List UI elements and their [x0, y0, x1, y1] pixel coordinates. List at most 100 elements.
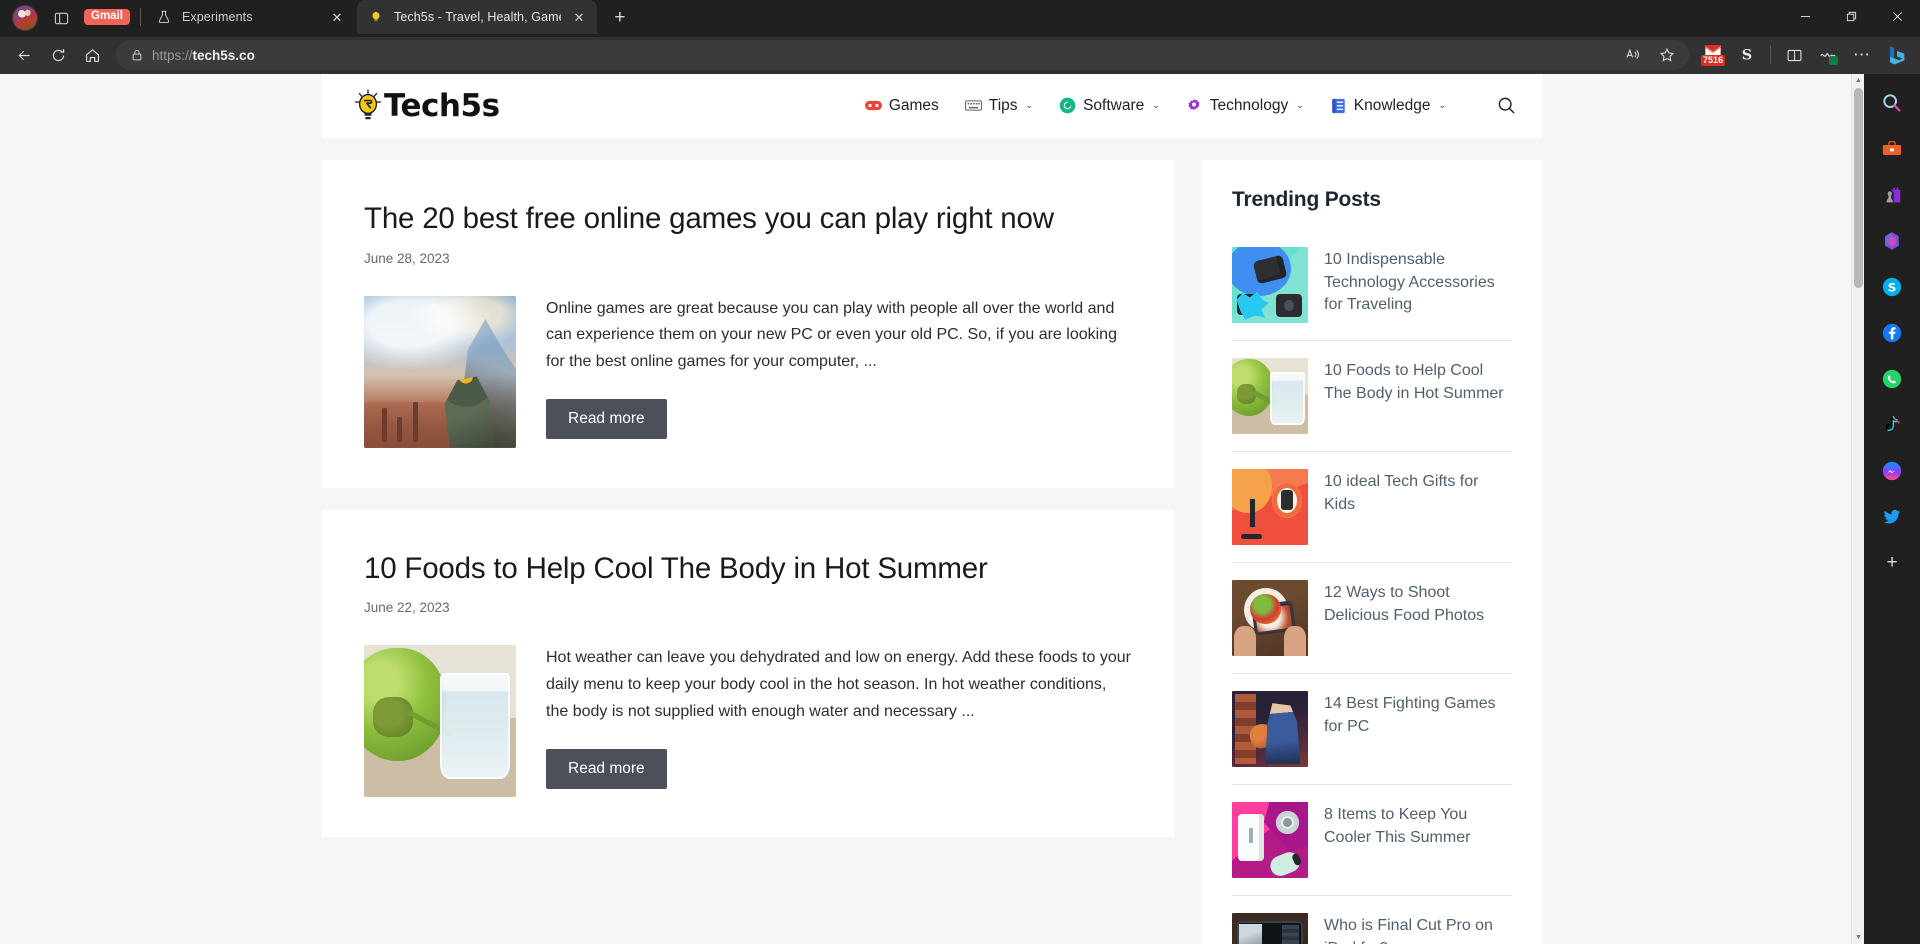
games-icon[interactable]: [1873, 176, 1911, 214]
site-logo[interactable]: Tech5s: [354, 88, 500, 124]
scroll-up-arrow[interactable]: ▲: [1852, 74, 1864, 88]
trending-thumbnail: [1232, 468, 1308, 545]
post-card: The 20 best free online games you can pl…: [322, 159, 1174, 488]
gmail-icon[interactable]: 7516: [1697, 39, 1729, 71]
scroll-down-arrow[interactable]: ▼: [1852, 930, 1864, 944]
list-item[interactable]: 14 Best Fighting Games for PC: [1232, 674, 1512, 785]
nav-item-knowledge[interactable]: Knowledge ⌄: [1330, 97, 1446, 115]
tab-experiments[interactable]: Experiments ✕: [145, 0, 355, 34]
sitemark-icon[interactable]: S: [1731, 39, 1763, 71]
minimize-button[interactable]: [1782, 0, 1828, 32]
post-title[interactable]: The 20 best free online games you can pl…: [364, 200, 1132, 238]
nav-item-games[interactable]: Games: [864, 97, 939, 115]
web-viewport: Tech5s Games Tips ⌄ Software ⌄ Technolog…: [0, 73, 1864, 944]
chevron-down-icon: ⌄: [1438, 100, 1446, 111]
url-text: https://tech5s.co: [152, 47, 255, 63]
tab-tech5s[interactable]: Tech5s - Travel, Health, Games an ✕: [356, 0, 597, 34]
trending-thumbnail: [1232, 690, 1308, 767]
new-tab-button[interactable]: +: [605, 3, 635, 33]
read-more-button[interactable]: Read more: [546, 399, 667, 440]
list-item[interactable]: 10 Indispensable Technology Accessories …: [1232, 230, 1512, 341]
read-aloud-icon[interactable]: [1617, 39, 1649, 71]
close-icon[interactable]: ✕: [570, 8, 588, 26]
scrollbar-thumb[interactable]: [1854, 87, 1863, 288]
list-item[interactable]: Who is Final Cut Pro on iPad for?: [1232, 896, 1512, 944]
post-thumbnail[interactable]: [364, 295, 516, 448]
read-more-button[interactable]: Read more: [546, 749, 667, 790]
copilot-icon[interactable]: [1880, 38, 1914, 72]
trending-title-text: 12 Ways to Shoot Delicious Food Photos: [1324, 583, 1485, 624]
tab-label: Tech5s - Travel, Health, Games an: [393, 10, 561, 24]
svg-text:S: S: [1742, 47, 1752, 64]
gear-icon: [1186, 97, 1203, 114]
trending-title-text: 10 Foods to Help Cool The Body in Hot Su…: [1324, 361, 1504, 402]
whatsapp-icon[interactable]: [1873, 360, 1911, 398]
close-button[interactable]: [1874, 0, 1920, 32]
site-search-icon[interactable]: [1494, 94, 1518, 118]
post-card: 10 Foods to Help Cool The Body in Hot Su…: [322, 509, 1174, 838]
page-scrollbar[interactable]: ▲ ▼: [1851, 73, 1864, 944]
nav-label: Technology: [1209, 96, 1289, 114]
address-bar[interactable]: https://tech5s.co: [116, 39, 1689, 71]
nav-item-technology[interactable]: Technology ⌄: [1186, 97, 1304, 115]
post-title[interactable]: 10 Foods to Help Cool The Body in Hot Su…: [364, 550, 1132, 588]
add-sidebar-button[interactable]: +: [1873, 544, 1911, 582]
collections-icon[interactable]: [1812, 39, 1844, 71]
post-excerpt: Hot weather can leave you dehydrated and…: [546, 649, 1131, 720]
trending-thumbnail: [1232, 579, 1308, 656]
post-thumbnail[interactable]: [364, 645, 516, 798]
nav-label: Software: [1083, 96, 1145, 114]
home-icon[interactable]: [76, 39, 108, 71]
keyboard-icon: [964, 97, 982, 114]
gmail-badge: Gmail: [84, 8, 130, 26]
book-icon: [1330, 97, 1347, 114]
post-body: Hot weather can leave you dehydrated and…: [364, 645, 1132, 798]
chevron-down-icon: ⌄: [1296, 100, 1304, 111]
post-list: The 20 best free online games you can pl…: [322, 159, 1174, 838]
office-icon[interactable]: [1873, 222, 1911, 260]
split-screen-icon[interactable]: [1778, 39, 1810, 71]
post-excerpt: Online games are great because you can p…: [546, 299, 1117, 370]
close-icon[interactable]: ✕: [328, 8, 346, 26]
profile-avatar[interactable]: [12, 5, 38, 31]
trending-sidebar: Trending Posts 10 Indispensable Technolo…: [1202, 159, 1542, 944]
post-summary: Hot weather can leave you dehydrated and…: [546, 645, 1132, 790]
tiktok-icon[interactable]: [1873, 406, 1911, 444]
tab-search-button[interactable]: [46, 3, 76, 33]
web-page: Tech5s Games Tips ⌄ Software ⌄ Technolog…: [0, 73, 1864, 944]
lightbulb-icon: [354, 89, 382, 123]
browser-body: Tech5s Games Tips ⌄ Software ⌄ Technolog…: [0, 73, 1920, 944]
more-options-icon[interactable]: ⋯: [1846, 39, 1878, 71]
skype-icon[interactable]: S: [1873, 268, 1911, 306]
window-controls: [1782, 0, 1920, 32]
list-item[interactable]: 8 Items to Keep You Cooler This Summer: [1232, 785, 1512, 896]
tab-divider: [139, 8, 141, 26]
trending-card: Trending Posts 10 Indispensable Technolo…: [1202, 159, 1542, 944]
reload-icon[interactable]: [42, 39, 74, 71]
gmail-unread-count: 7516: [1700, 54, 1726, 66]
site-content: The 20 best free online games you can pl…: [322, 138, 1542, 944]
twitter-icon[interactable]: [1873, 498, 1911, 536]
list-item[interactable]: 12 Ways to Shoot Delicious Food Photos: [1232, 563, 1512, 674]
messenger-icon[interactable]: [1873, 452, 1911, 490]
chevron-down-icon: ⌄: [1025, 100, 1034, 111]
facebook-icon[interactable]: [1873, 314, 1911, 352]
favorite-icon[interactable]: [1651, 39, 1683, 71]
search-icon[interactable]: [1873, 84, 1911, 122]
nav-item-tips[interactable]: Tips ⌄: [964, 97, 1034, 115]
trending-thumbnail: [1232, 357, 1308, 434]
tab-gmail[interactable]: Gmail: [78, 0, 136, 34]
site-container: Tech5s Games Tips ⌄ Software ⌄ Technolog…: [322, 73, 1542, 944]
tools-icon[interactable]: [1873, 130, 1911, 168]
back-icon[interactable]: [8, 39, 40, 71]
list-item[interactable]: 10 ideal Tech Gifts for Kids: [1232, 452, 1512, 563]
site-header: Tech5s Games Tips ⌄ Software ⌄ Technolog…: [322, 73, 1542, 138]
nav-item-software[interactable]: Software ⌄: [1059, 97, 1160, 115]
gamepad-icon: [864, 97, 882, 114]
post-date: June 28, 2023: [364, 250, 450, 266]
trending-title-text: Who is Final Cut Pro on iPad for?: [1324, 916, 1493, 944]
trending-title-text: 10 Indispensable Technology Accessories …: [1324, 250, 1495, 314]
list-item[interactable]: 10 Foods to Help Cool The Body in Hot Su…: [1232, 341, 1512, 452]
restore-button[interactable]: [1828, 0, 1874, 32]
nav-label: Knowledge: [1353, 96, 1431, 114]
